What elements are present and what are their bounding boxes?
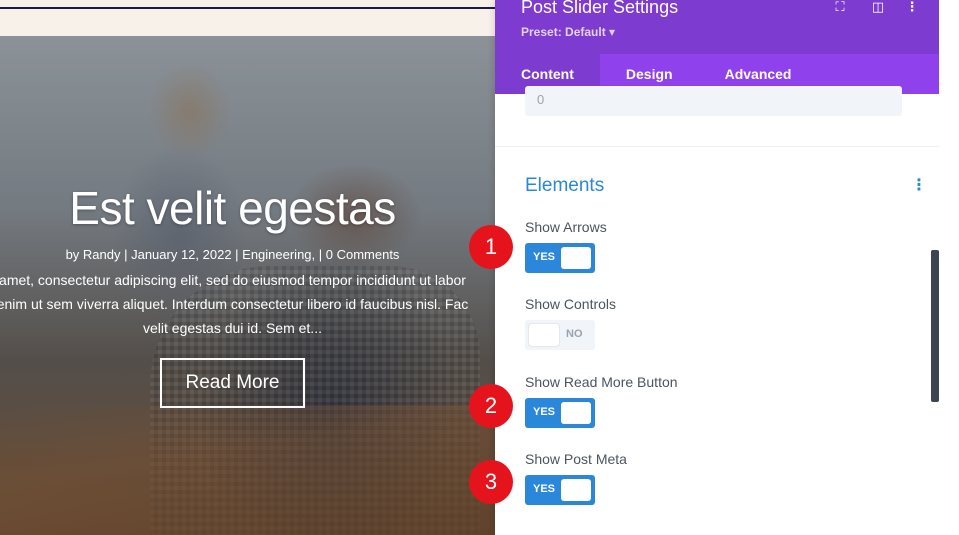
toggle-state: NO bbox=[566, 328, 583, 340]
top-rule bbox=[0, 7, 495, 9]
number-field[interactable]: 0 bbox=[525, 86, 902, 116]
toggle-state: YES bbox=[533, 251, 556, 263]
section-title-elements[interactable]: Elements bbox=[525, 175, 604, 197]
show-post-meta-toggle[interactable]: YES bbox=[525, 475, 595, 505]
callout-badge-1: 1 bbox=[469, 225, 513, 269]
show-arrows-toggle[interactable]: YES bbox=[525, 243, 595, 273]
preset-dropdown[interactable]: Preset: Default ▾ bbox=[521, 25, 615, 39]
post-title[interactable]: Est velit egestas bbox=[0, 181, 465, 235]
toggle-knob bbox=[561, 247, 591, 269]
toggle-state: YES bbox=[533, 483, 556, 495]
post-excerpt: amet, consectetur adipiscing elit, sed d… bbox=[0, 268, 495, 340]
page-top-bar bbox=[0, 0, 495, 36]
excerpt-line: enim ut sem viverra aliquet. Interdum co… bbox=[0, 296, 469, 312]
show-post-meta-label: Show Post Meta bbox=[525, 451, 627, 467]
excerpt-line: velit egestas dui id. Sem et... bbox=[143, 320, 322, 336]
toggle-knob bbox=[529, 324, 559, 346]
callout-badge-3: 3 bbox=[469, 460, 513, 504]
section-divider bbox=[495, 146, 939, 147]
post-slide: Est velit egestas by Randy | January 12,… bbox=[0, 36, 495, 535]
expand-icon[interactable]: ⛶ bbox=[831, 0, 849, 14]
more-icon[interactable]: ⋮ bbox=[903, 0, 921, 14]
toggle-knob bbox=[561, 479, 591, 501]
show-read-more-label: Show Read More Button bbox=[525, 374, 678, 390]
panel-scrollbar[interactable] bbox=[931, 250, 939, 402]
post-meta: by Randy | January 12, 2022 | Engineerin… bbox=[65, 247, 400, 262]
show-controls-toggle[interactable]: NO bbox=[525, 320, 595, 350]
excerpt-line: amet, consectetur adipiscing elit, sed d… bbox=[0, 272, 466, 288]
section-menu-icon[interactable]: ⋮ bbox=[911, 178, 927, 194]
settings-panel: Post Slider Settings Preset: Default ▾ ⛶… bbox=[495, 0, 939, 535]
read-more-button[interactable]: Read More bbox=[160, 358, 305, 408]
split-view-icon[interactable]: ◫ bbox=[869, 0, 887, 14]
callout-badge-2: 2 bbox=[469, 384, 513, 428]
show-read-more-toggle[interactable]: YES bbox=[525, 398, 595, 428]
toggle-state: YES bbox=[533, 406, 556, 418]
show-controls-label: Show Controls bbox=[525, 296, 617, 312]
toggle-knob bbox=[561, 402, 591, 424]
show-arrows-label: Show Arrows bbox=[525, 219, 607, 235]
panel-header: Post Slider Settings Preset: Default ▾ ⛶… bbox=[495, 0, 939, 54]
right-edge bbox=[939, 0, 959, 535]
panel-title: Post Slider Settings bbox=[521, 0, 679, 17]
